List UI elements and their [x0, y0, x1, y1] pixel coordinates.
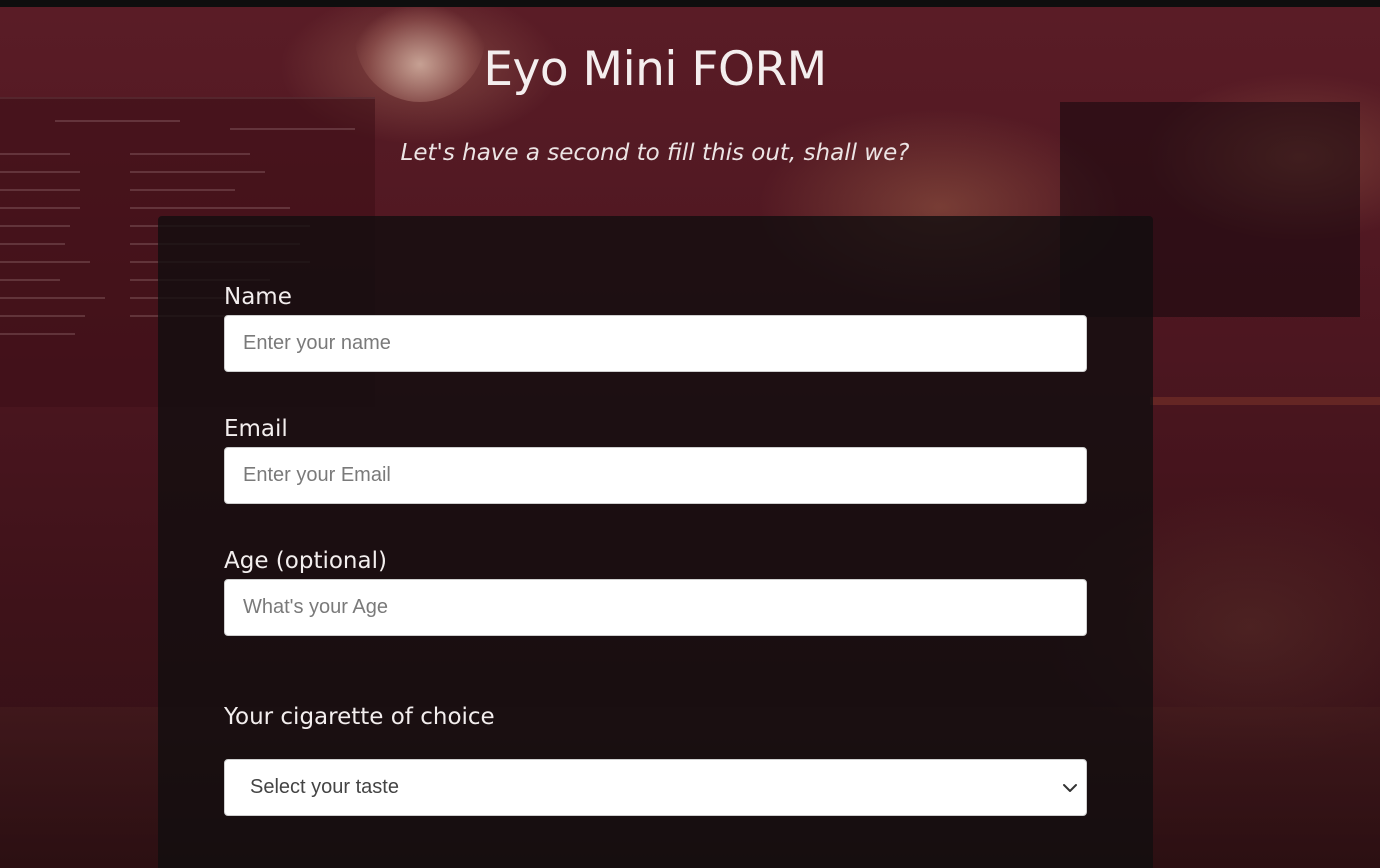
age-label: Age (optional): [224, 548, 387, 574]
email-input[interactable]: [224, 447, 1087, 504]
chevron-down-icon: [1063, 784, 1077, 792]
top-strip: [0, 0, 1380, 7]
name-input[interactable]: [224, 315, 1087, 372]
email-label: Email: [224, 416, 288, 442]
name-label: Name: [224, 284, 292, 310]
cigarette-select-value: Select your taste: [250, 776, 399, 798]
page-subtitle: Let's have a second to fill this out, sh…: [400, 140, 910, 166]
page-title: Eyo Mini FORM: [483, 42, 827, 97]
age-input[interactable]: [224, 579, 1087, 636]
cigarette-select[interactable]: Select your taste: [224, 759, 1087, 816]
shelf-decoration: [1150, 397, 1380, 405]
cigarette-label: Your cigarette of choice: [224, 704, 495, 730]
